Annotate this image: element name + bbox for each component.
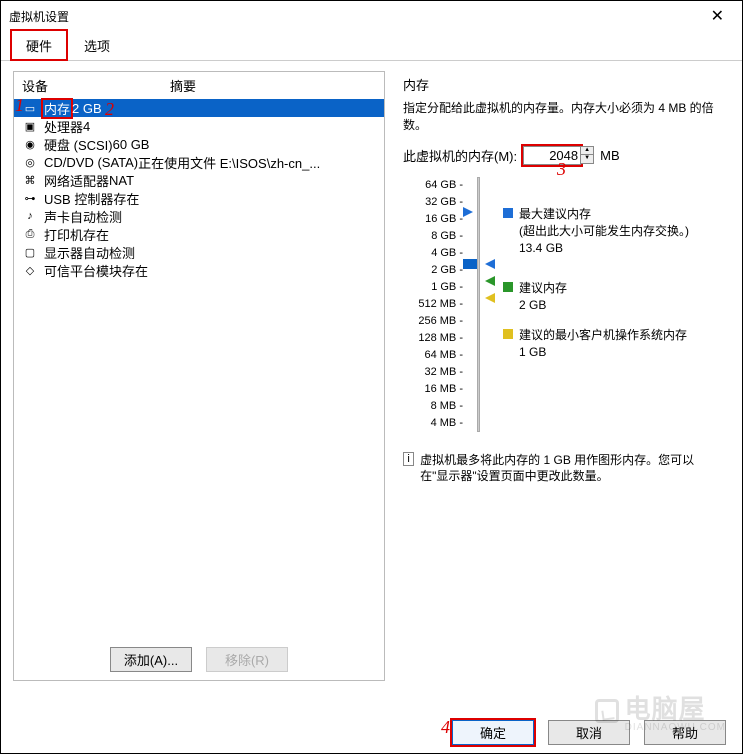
legend-max-note: (超出此大小可能发生内存交换。)	[519, 222, 689, 239]
tpm-icon: ◇	[22, 262, 38, 278]
cpu-icon: ▣	[22, 118, 38, 134]
hardware-row-9[interactable]: ◇ 可信平台模块存在	[14, 261, 384, 279]
hardware-row-0[interactable]: ▭ 内存2 GB	[14, 99, 384, 117]
legend-max-icon	[503, 208, 513, 218]
row-value: 存在	[113, 189, 139, 208]
disk-icon: ◉	[22, 136, 38, 152]
close-button[interactable]: ✕	[701, 2, 734, 30]
annotation-1: 1	[15, 95, 24, 116]
tab-options[interactable]: 选项	[69, 30, 125, 60]
info-icon: i	[403, 452, 414, 466]
legend-rec-icon	[503, 282, 513, 292]
annotation-2: 2	[105, 99, 114, 120]
slider-ticks: 64 GB -32 GB -16 GB -8 GB -4 GB -2 GB -1…	[403, 177, 463, 432]
row-value: 2 GB	[72, 101, 102, 116]
row-value: 存在	[83, 225, 109, 244]
tab-hardware[interactable]: 硬件	[11, 30, 67, 60]
hardware-row-7[interactable]: ⎙ 打印机存在	[14, 225, 384, 243]
legend-max-label: 最大建议内存	[519, 205, 689, 222]
window-title: 虚拟机设置	[9, 8, 69, 25]
annotation-3: 3	[557, 159, 566, 180]
row-label: USB 控制器	[44, 192, 113, 207]
memory-slider[interactable]	[463, 177, 493, 432]
hardware-row-2[interactable]: ◉ 硬盘 (SCSI)60 GB	[14, 135, 384, 153]
remove-button: 移除(R)	[206, 647, 288, 672]
prn-icon: ⎙	[22, 226, 38, 242]
net-icon: ⌘	[22, 172, 38, 188]
hardware-row-3[interactable]: ◎ CD/DVD (SATA)正在使用文件 E:\ISOS\zh-cn_...	[14, 153, 384, 171]
row-label: 处理器	[44, 120, 83, 135]
detail-heading: 内存	[403, 75, 722, 94]
snd-icon: ♪	[22, 208, 38, 224]
hardware-row-1[interactable]: ▣ 处理器4	[14, 117, 384, 135]
row-label: 硬盘 (SCSI)	[44, 138, 113, 153]
memory-stepper[interactable]: ▲▼	[581, 146, 594, 164]
unit-label: MB	[600, 148, 620, 163]
add-button[interactable]: 添加(A)...	[110, 647, 192, 672]
memory-field-label: 此虚拟机的内存(M):	[403, 146, 517, 165]
tab-row: 硬件 选项	[1, 31, 742, 61]
row-value: 自动检测	[83, 243, 135, 262]
legend-rec-value: 2 GB	[519, 298, 567, 312]
row-value: 60 GB	[113, 137, 150, 152]
col-device: 设备	[22, 76, 170, 95]
legend-min-label: 建议的最小客户机操作系统内存	[519, 326, 687, 343]
mon-icon: ▢	[22, 244, 38, 260]
row-value: 自动检测	[70, 207, 122, 226]
row-label: 显示器	[44, 246, 83, 261]
annotation-4: 4	[441, 717, 450, 738]
hardware-row-5[interactable]: ⊶ USB 控制器存在	[14, 189, 384, 207]
usb-icon: ⊶	[22, 190, 38, 206]
legend-min-value: 1 GB	[519, 345, 687, 359]
col-summary: 摘要	[170, 76, 196, 95]
row-value: NAT	[109, 173, 134, 188]
cd-icon: ◎	[22, 154, 38, 170]
hardware-row-4[interactable]: ⌘ 网络适配器NAT	[14, 171, 384, 189]
row-label: 网络适配器	[44, 174, 109, 189]
chip-icon: ▭	[22, 100, 38, 116]
watermark: 电脑屋 DIANNAOWU.COM	[595, 689, 726, 733]
info-text: 虚拟机最多将此内存的 1 GB 用作图形内存。您可以在"显示器"设置页面中更改此…	[420, 452, 722, 486]
hardware-row-6[interactable]: ♪ 声卡自动检测	[14, 207, 384, 225]
detail-desc: 指定分配给此虚拟机的内存量。内存大小必须为 4 MB 的倍数。	[403, 100, 722, 134]
row-label: 声卡	[44, 210, 70, 225]
hardware-row-8[interactable]: ▢ 显示器自动检测	[14, 243, 384, 261]
row-label: 内存	[44, 102, 70, 117]
row-label: CD/DVD (SATA)	[44, 155, 138, 170]
memory-input[interactable]	[523, 146, 581, 165]
legend-max-value: 13.4 GB	[519, 241, 689, 255]
row-value: 正在使用文件 E:\ISOS\zh-cn_...	[138, 153, 320, 172]
row-value: 4	[83, 119, 90, 134]
row-label: 打印机	[44, 228, 83, 243]
row-value: 存在	[122, 261, 148, 280]
hardware-list-panel: 设备 摘要 ▭ 内存2 GB ▣ 处理器4 ◉ 硬盘 (SCSI)60 GB ◎ CD/DVD…	[13, 71, 385, 681]
legend-rec-label: 建议内存	[519, 279, 567, 296]
row-label: 可信平台模块	[44, 264, 122, 279]
ok-button[interactable]: 确定	[452, 720, 534, 745]
legend-min-icon	[503, 329, 513, 339]
